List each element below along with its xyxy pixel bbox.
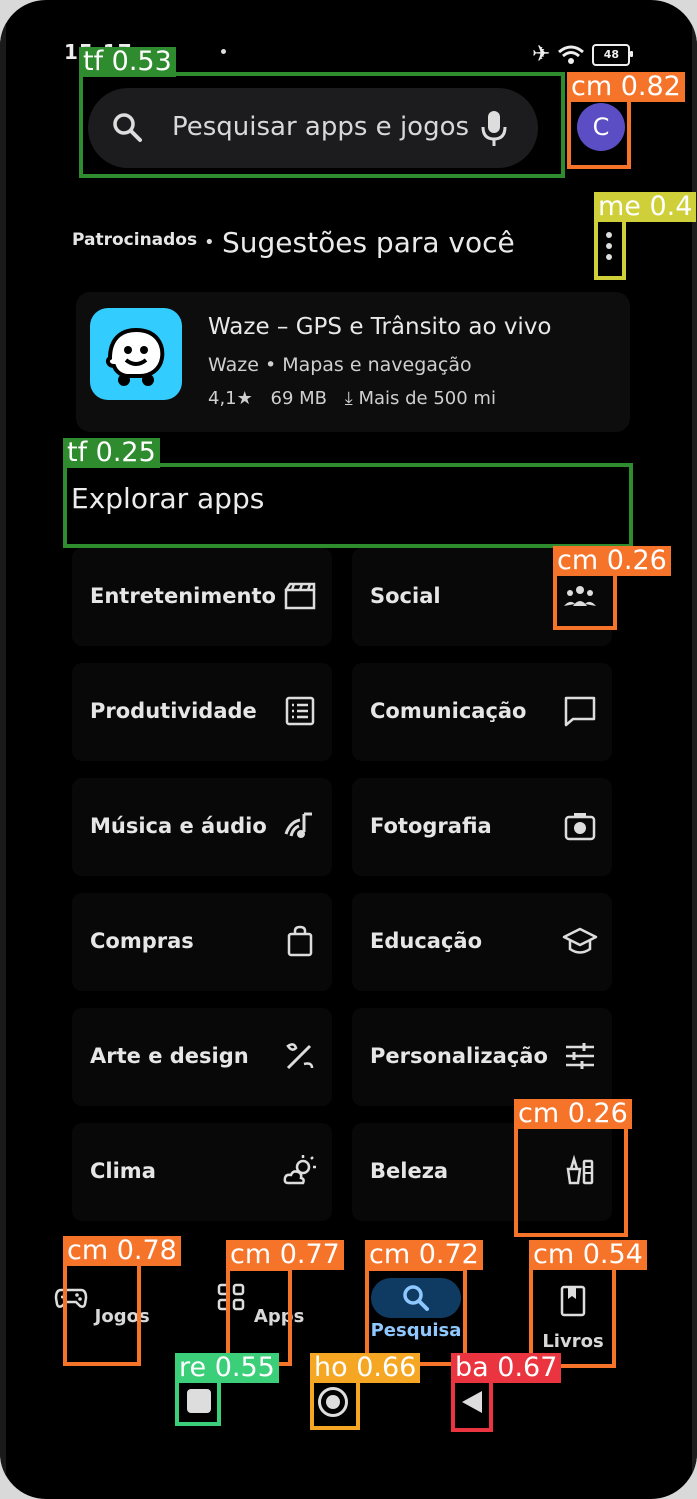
phone-bezel-left [0, 0, 6, 1499]
detection-tag-recents: re 0.55 [175, 1353, 279, 1383]
detection-box-search [79, 72, 565, 178]
battery-level: 48 [603, 48, 620, 61]
category-educa-o[interactable]: Educação [352, 893, 612, 991]
detection-box-social [553, 572, 617, 630]
category-label: Compras [90, 929, 194, 953]
notification-dot [221, 49, 226, 54]
partly-cloudy-icon [283, 1155, 316, 1185]
detection-box-nav-games [63, 1262, 141, 1366]
chat-icon [564, 696, 596, 727]
app-name: Waze – GPS e Trânsito ao vivo [208, 314, 552, 340]
category-label: Arte e design [90, 1044, 249, 1068]
music-note-icon [284, 812, 312, 838]
title-separator: • [204, 232, 215, 253]
detection-tag-explore: tf 0.25 [63, 438, 160, 468]
detection-box-recents [175, 1378, 221, 1426]
graduation-cap-icon [562, 927, 598, 954]
app-size: 69 MB [270, 388, 328, 409]
category-compras[interactable]: Compras [72, 893, 332, 991]
clapperboard-icon [284, 582, 316, 610]
category-label: Comunicação [370, 699, 527, 723]
detection-tag-beauty: cm 0.26 [514, 1099, 632, 1129]
detection-box-home [310, 1378, 360, 1430]
category-clima[interactable]: Clima [72, 1123, 332, 1221]
category-m-sica-e-udio[interactable]: Música e áudio [72, 778, 332, 876]
category-entretenimento[interactable]: Entretenimento [72, 548, 332, 646]
status-icons: ✈ 48 [532, 42, 634, 67]
app-developer-category: Waze • Mapas e navegação [208, 354, 472, 376]
category-label: Personalização [370, 1044, 548, 1068]
category-label: Entretenimento [90, 584, 276, 608]
shopping-bag-icon [287, 925, 313, 957]
app-stats: 4,1★ 69 MB ⤓ Mais de 500 mi [208, 388, 496, 409]
category-label: Produtividade [90, 699, 257, 723]
category-fotografia[interactable]: Fotografia [352, 778, 612, 876]
detection-tag-home: ho 0.66 [310, 1353, 421, 1383]
detection-tag-search: tf 0.53 [79, 47, 176, 77]
category-comunica-o[interactable]: Comunicação [352, 663, 612, 761]
airplane-icon: ✈ [532, 42, 551, 67]
star-icon: ★ [236, 388, 253, 409]
detection-tag-nav-apps: cm 0.77 [226, 1240, 344, 1270]
sliders-icon [566, 1043, 594, 1069]
detection-tag-nav-search: cm 0.72 [365, 1240, 483, 1270]
download-icon: ⤓ [344, 388, 353, 409]
category-label: Educação [370, 929, 482, 953]
category-personaliza-o[interactable]: Personalização [352, 1008, 612, 1106]
app-category: Mapas e navegação [282, 354, 472, 376]
detection-box-menu [594, 218, 626, 280]
sponsored-label: Patrocinados [72, 230, 198, 250]
category-produtividade[interactable]: Produtividade [72, 663, 332, 761]
category-label: Social [370, 584, 441, 608]
category-arte-e-design[interactable]: Arte e design [72, 1008, 332, 1106]
detection-tag-avatar: cm 0.82 [567, 72, 685, 102]
category-label: Música e áudio [90, 814, 267, 838]
brush-icon [286, 1043, 314, 1070]
detection-box-back [451, 1378, 493, 1432]
detection-box-explore [63, 463, 633, 548]
waze-app-icon [90, 308, 182, 400]
phone-screen: 15:17 ✈ 48 Pesquisar apps e jogos C Patr… [0, 0, 697, 1499]
app-rating: 4,1 [208, 388, 237, 409]
detection-tag-back: ba 0.67 [451, 1353, 562, 1383]
detection-tag-nav-games: cm 0.78 [63, 1236, 181, 1266]
phone-bezel-right [692, 0, 697, 1499]
detection-tag-social: cm 0.26 [553, 546, 671, 576]
category-label: Clima [90, 1159, 156, 1183]
battery-indicator: 48 [592, 43, 634, 66]
app-installs: Mais de 500 mi [358, 388, 496, 409]
detection-tag-menu: me 0.4 [594, 192, 697, 222]
list-icon [285, 696, 315, 726]
sponsored-app-card[interactable]: Waze – GPS e Trânsito ao vivo Waze • Map… [76, 292, 630, 432]
detection-box-avatar [567, 97, 631, 169]
detection-box-beauty [514, 1125, 628, 1237]
meta-separator: • [264, 354, 283, 376]
wifi-icon [558, 45, 585, 64]
app-developer: Waze [208, 354, 259, 376]
category-label: Beleza [370, 1159, 449, 1183]
detection-tag-nav-books: cm 0.54 [529, 1240, 647, 1270]
category-label: Fotografia [370, 814, 492, 838]
camera-icon [564, 813, 596, 841]
suggestions-title: Sugestões para você [222, 226, 515, 259]
